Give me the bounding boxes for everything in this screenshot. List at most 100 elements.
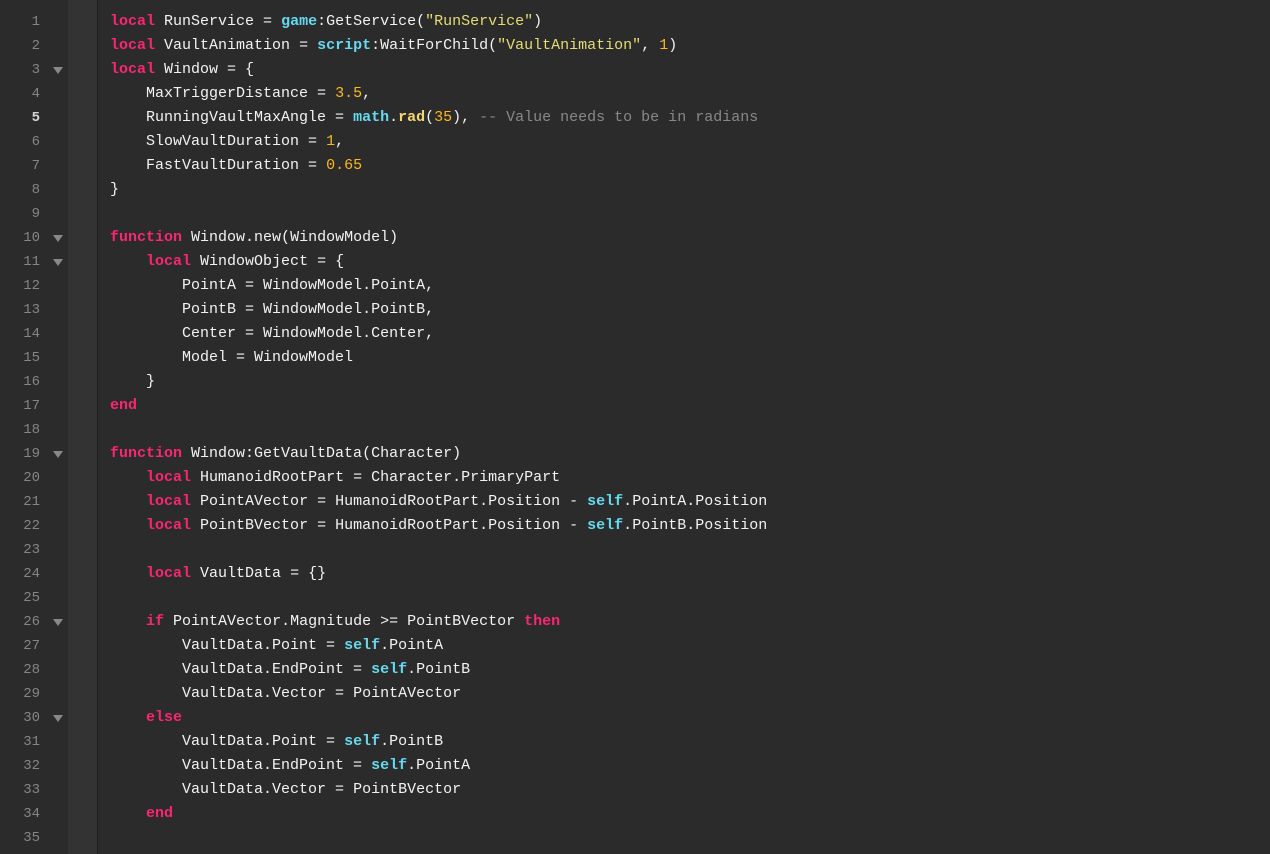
code-line[interactable] (110, 586, 1270, 610)
code-line[interactable]: if PointAVector.Magnitude >= PointBVecto… (110, 610, 1270, 634)
line-number[interactable]: 35 (0, 826, 48, 850)
line-number[interactable]: 32 (0, 754, 48, 778)
code-line[interactable]: Model = WindowModel (110, 346, 1270, 370)
line-number[interactable]: 31 (0, 730, 48, 754)
code-line[interactable]: local RunService = game:GetService("RunS… (110, 10, 1270, 34)
gutter-line: 20 (0, 466, 68, 490)
code-line[interactable]: end (110, 802, 1270, 826)
code-line[interactable]: local HumanoidRootPart = Character.Prima… (110, 466, 1270, 490)
code-line[interactable]: } (110, 178, 1270, 202)
line-number[interactable]: 3 (0, 58, 48, 82)
line-number[interactable]: 8 (0, 178, 48, 202)
line-number[interactable]: 17 (0, 394, 48, 418)
line-number[interactable]: 7 (0, 154, 48, 178)
line-number[interactable]: 33 (0, 778, 48, 802)
gutter-line: 8 (0, 178, 68, 202)
code-line[interactable]: PointB = WindowModel.PointB, (110, 298, 1270, 322)
gutter-line: 22 (0, 514, 68, 538)
gutter-line: 17 (0, 394, 68, 418)
line-number[interactable]: 29 (0, 682, 48, 706)
line-number[interactable]: 10 (0, 226, 48, 250)
gutter-line: 32 (0, 754, 68, 778)
code-line[interactable]: local Window = { (110, 58, 1270, 82)
gutter-line: 19 (0, 442, 68, 466)
code-line[interactable]: function Window.new(WindowModel) (110, 226, 1270, 250)
code-line[interactable]: FastVaultDuration = 0.65 (110, 154, 1270, 178)
line-number[interactable]: 25 (0, 586, 48, 610)
gutter-line: 31 (0, 730, 68, 754)
gutter-line: 3 (0, 58, 68, 82)
line-number[interactable]: 28 (0, 658, 48, 682)
gutter-line: 34 (0, 802, 68, 826)
line-number[interactable]: 5 (0, 106, 48, 130)
code-line[interactable] (110, 202, 1270, 226)
fold-toggle-icon[interactable] (48, 449, 68, 459)
code-line[interactable]: end (110, 394, 1270, 418)
code-line[interactable]: local VaultData = {} (110, 562, 1270, 586)
line-number[interactable]: 1 (0, 10, 48, 34)
code-line[interactable]: VaultData.Point = self.PointB (110, 730, 1270, 754)
gutter-line: 10 (0, 226, 68, 250)
fold-toggle-icon[interactable] (48, 233, 68, 243)
code-line[interactable]: local PointBVector = HumanoidRootPart.Po… (110, 514, 1270, 538)
line-number[interactable]: 11 (0, 250, 48, 274)
code-line[interactable]: VaultData.EndPoint = self.PointB (110, 658, 1270, 682)
line-number[interactable]: 16 (0, 370, 48, 394)
gutter-line: 6 (0, 130, 68, 154)
line-number[interactable]: 23 (0, 538, 48, 562)
gutter-line: 14 (0, 322, 68, 346)
line-number[interactable]: 13 (0, 298, 48, 322)
line-number[interactable]: 12 (0, 274, 48, 298)
code-line[interactable]: function Window:GetVaultData(Character) (110, 442, 1270, 466)
line-number[interactable]: 26 (0, 610, 48, 634)
code-line[interactable] (110, 826, 1270, 850)
gutter-line: 30 (0, 706, 68, 730)
code-line[interactable]: SlowVaultDuration = 1, (110, 130, 1270, 154)
line-number[interactable]: 21 (0, 490, 48, 514)
code-line[interactable]: } (110, 370, 1270, 394)
code-line[interactable]: VaultData.Point = self.PointA (110, 634, 1270, 658)
code-line[interactable] (110, 538, 1270, 562)
fold-toggle-icon[interactable] (48, 65, 68, 75)
line-number[interactable]: 2 (0, 34, 48, 58)
line-number[interactable]: 22 (0, 514, 48, 538)
code-editor[interactable]: 1234567891011121314151617181920212223242… (0, 0, 1270, 854)
line-number[interactable]: 30 (0, 706, 48, 730)
code-line[interactable]: VaultData.Vector = PointAVector (110, 682, 1270, 706)
code-line[interactable]: local WindowObject = { (110, 250, 1270, 274)
fold-toggle-icon[interactable] (48, 617, 68, 627)
gutter-line: 35 (0, 826, 68, 850)
code-line[interactable]: RunningVaultMaxAngle = math.rad(35), -- … (110, 106, 1270, 130)
fold-toggle-icon[interactable] (48, 257, 68, 267)
gutter-line: 9 (0, 202, 68, 226)
code-line[interactable]: VaultData.EndPoint = self.PointA (110, 754, 1270, 778)
gutter-line: 29 (0, 682, 68, 706)
gutter-line: 24 (0, 562, 68, 586)
line-number[interactable]: 6 (0, 130, 48, 154)
line-number[interactable]: 20 (0, 466, 48, 490)
gutter-line: 26 (0, 610, 68, 634)
code-line[interactable] (110, 418, 1270, 442)
gutter-line: 1 (0, 10, 68, 34)
line-number[interactable]: 4 (0, 82, 48, 106)
line-number[interactable]: 18 (0, 418, 48, 442)
line-number[interactable]: 9 (0, 202, 48, 226)
gutter-line: 25 (0, 586, 68, 610)
code-area[interactable]: local RunService = game:GetService("RunS… (98, 0, 1270, 854)
code-line[interactable]: Center = WindowModel.Center, (110, 322, 1270, 346)
line-number[interactable]: 14 (0, 322, 48, 346)
code-line[interactable]: VaultData.Vector = PointBVector (110, 778, 1270, 802)
line-number[interactable]: 34 (0, 802, 48, 826)
code-line[interactable]: MaxTriggerDistance = 3.5, (110, 82, 1270, 106)
gutter-line: 21 (0, 490, 68, 514)
line-number[interactable]: 27 (0, 634, 48, 658)
gutter-line: 27 (0, 634, 68, 658)
line-number[interactable]: 24 (0, 562, 48, 586)
code-line[interactable]: PointA = WindowModel.PointA, (110, 274, 1270, 298)
fold-toggle-icon[interactable] (48, 713, 68, 723)
line-number[interactable]: 15 (0, 346, 48, 370)
line-number[interactable]: 19 (0, 442, 48, 466)
code-line[interactable]: local PointAVector = HumanoidRootPart.Po… (110, 490, 1270, 514)
code-line[interactable]: else (110, 706, 1270, 730)
code-line[interactable]: local VaultAnimation = script:WaitForChi… (110, 34, 1270, 58)
